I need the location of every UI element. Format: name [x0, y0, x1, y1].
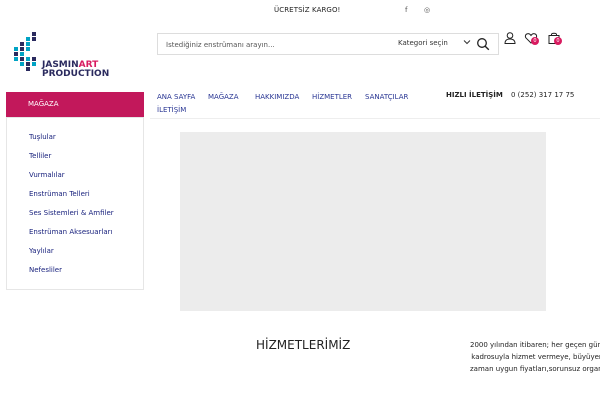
logo-mark	[32, 62, 36, 66]
hero-slider[interactable]	[180, 132, 546, 311]
nav-item-contact[interactable]: İLETİŞİM	[157, 106, 186, 114]
logo-mark	[26, 47, 30, 51]
category-item[interactable]: Enstrüman Telleri	[29, 190, 90, 198]
logo-line-2: PRODUCTION	[42, 69, 110, 79]
quick-contact-label: HIZLI İLETİŞİM	[446, 91, 503, 99]
logo-mark	[20, 57, 24, 61]
category-item[interactable]: Ses Sistemleri & Amfiler	[29, 209, 114, 217]
cart-count-badge: 0	[554, 37, 562, 45]
logo-mark	[26, 42, 30, 46]
search-icon[interactable]	[476, 37, 490, 51]
logo-wordmark: JASMINART PRODUCTION	[42, 61, 109, 79]
category-list: Tuşlular Telliler Vurmalılar Enstrüman T…	[6, 117, 144, 290]
nav-item-artists[interactable]: SANATÇILAR	[365, 93, 408, 101]
about-line: zaman uygun fiyatları,sorunsuz organizas	[470, 365, 600, 373]
logo-mark	[26, 67, 30, 71]
top-bar: ÜCRETSİZ KARGO! f ◎	[0, 0, 600, 22]
category-item[interactable]: Telliler	[29, 152, 51, 160]
logo[interactable]: JASMINART PRODUCTION	[12, 32, 112, 84]
user-icon[interactable]	[503, 31, 517, 45]
services-heading: HİZMETLERİMİZ	[256, 338, 351, 352]
logo-mark	[32, 37, 36, 41]
nav-divider	[150, 118, 600, 119]
logo-mark	[14, 57, 18, 61]
nav-item-shop[interactable]: MAĞAZA	[208, 93, 239, 101]
search-bar: Kategori seçin	[157, 33, 499, 55]
logo-mark	[26, 62, 30, 66]
instagram-icon[interactable]: ◎	[424, 6, 430, 15]
logo-mark	[14, 47, 18, 51]
about-text: 2000 yılından itibaren; her geçen gün ke…	[470, 339, 600, 375]
wishlist-count-badge: 0	[531, 37, 539, 45]
category-item[interactable]: Tuşlular	[29, 133, 56, 141]
logo-mark	[32, 57, 36, 61]
category-item[interactable]: Nefesliler	[29, 266, 62, 274]
nav-item-about[interactable]: HAKKIMIZDA	[255, 93, 299, 101]
search-input[interactable]	[166, 39, 386, 51]
shop-menu-title: MAĞAZA	[28, 100, 59, 108]
about-line: 2000 yılından itibaren; her geçen gün ke…	[470, 341, 600, 349]
chevron-down-icon[interactable]	[463, 38, 471, 46]
shop-menu-header[interactable]: MAĞAZA	[6, 92, 144, 117]
logo-mark	[26, 57, 30, 61]
free-shipping-text: ÜCRETSİZ KARGO!	[274, 6, 341, 14]
logo-mark	[14, 52, 18, 56]
nav-item-home[interactable]: ANA SAYFA	[157, 93, 195, 101]
category-item[interactable]: Enstrüman Aksesuarları	[29, 228, 112, 236]
logo-mark	[26, 37, 30, 41]
facebook-icon[interactable]: f	[405, 6, 407, 15]
category-item[interactable]: Vurmalılar	[29, 171, 65, 179]
phone-number[interactable]: 0 (252) 317 17 75	[511, 91, 574, 99]
category-item[interactable]: Yaylılar	[29, 247, 54, 255]
logo-mark	[20, 42, 24, 46]
logo-mark	[20, 47, 24, 51]
logo-mark	[20, 62, 24, 66]
logo-mark	[32, 32, 36, 36]
logo-mark	[20, 52, 24, 56]
category-select[interactable]: Kategori seçin	[398, 39, 470, 51]
nav-item-services[interactable]: HİZMETLER	[312, 93, 352, 101]
about-line: kadrosuyla hizmet vermeye, büyüyerek	[471, 353, 600, 361]
